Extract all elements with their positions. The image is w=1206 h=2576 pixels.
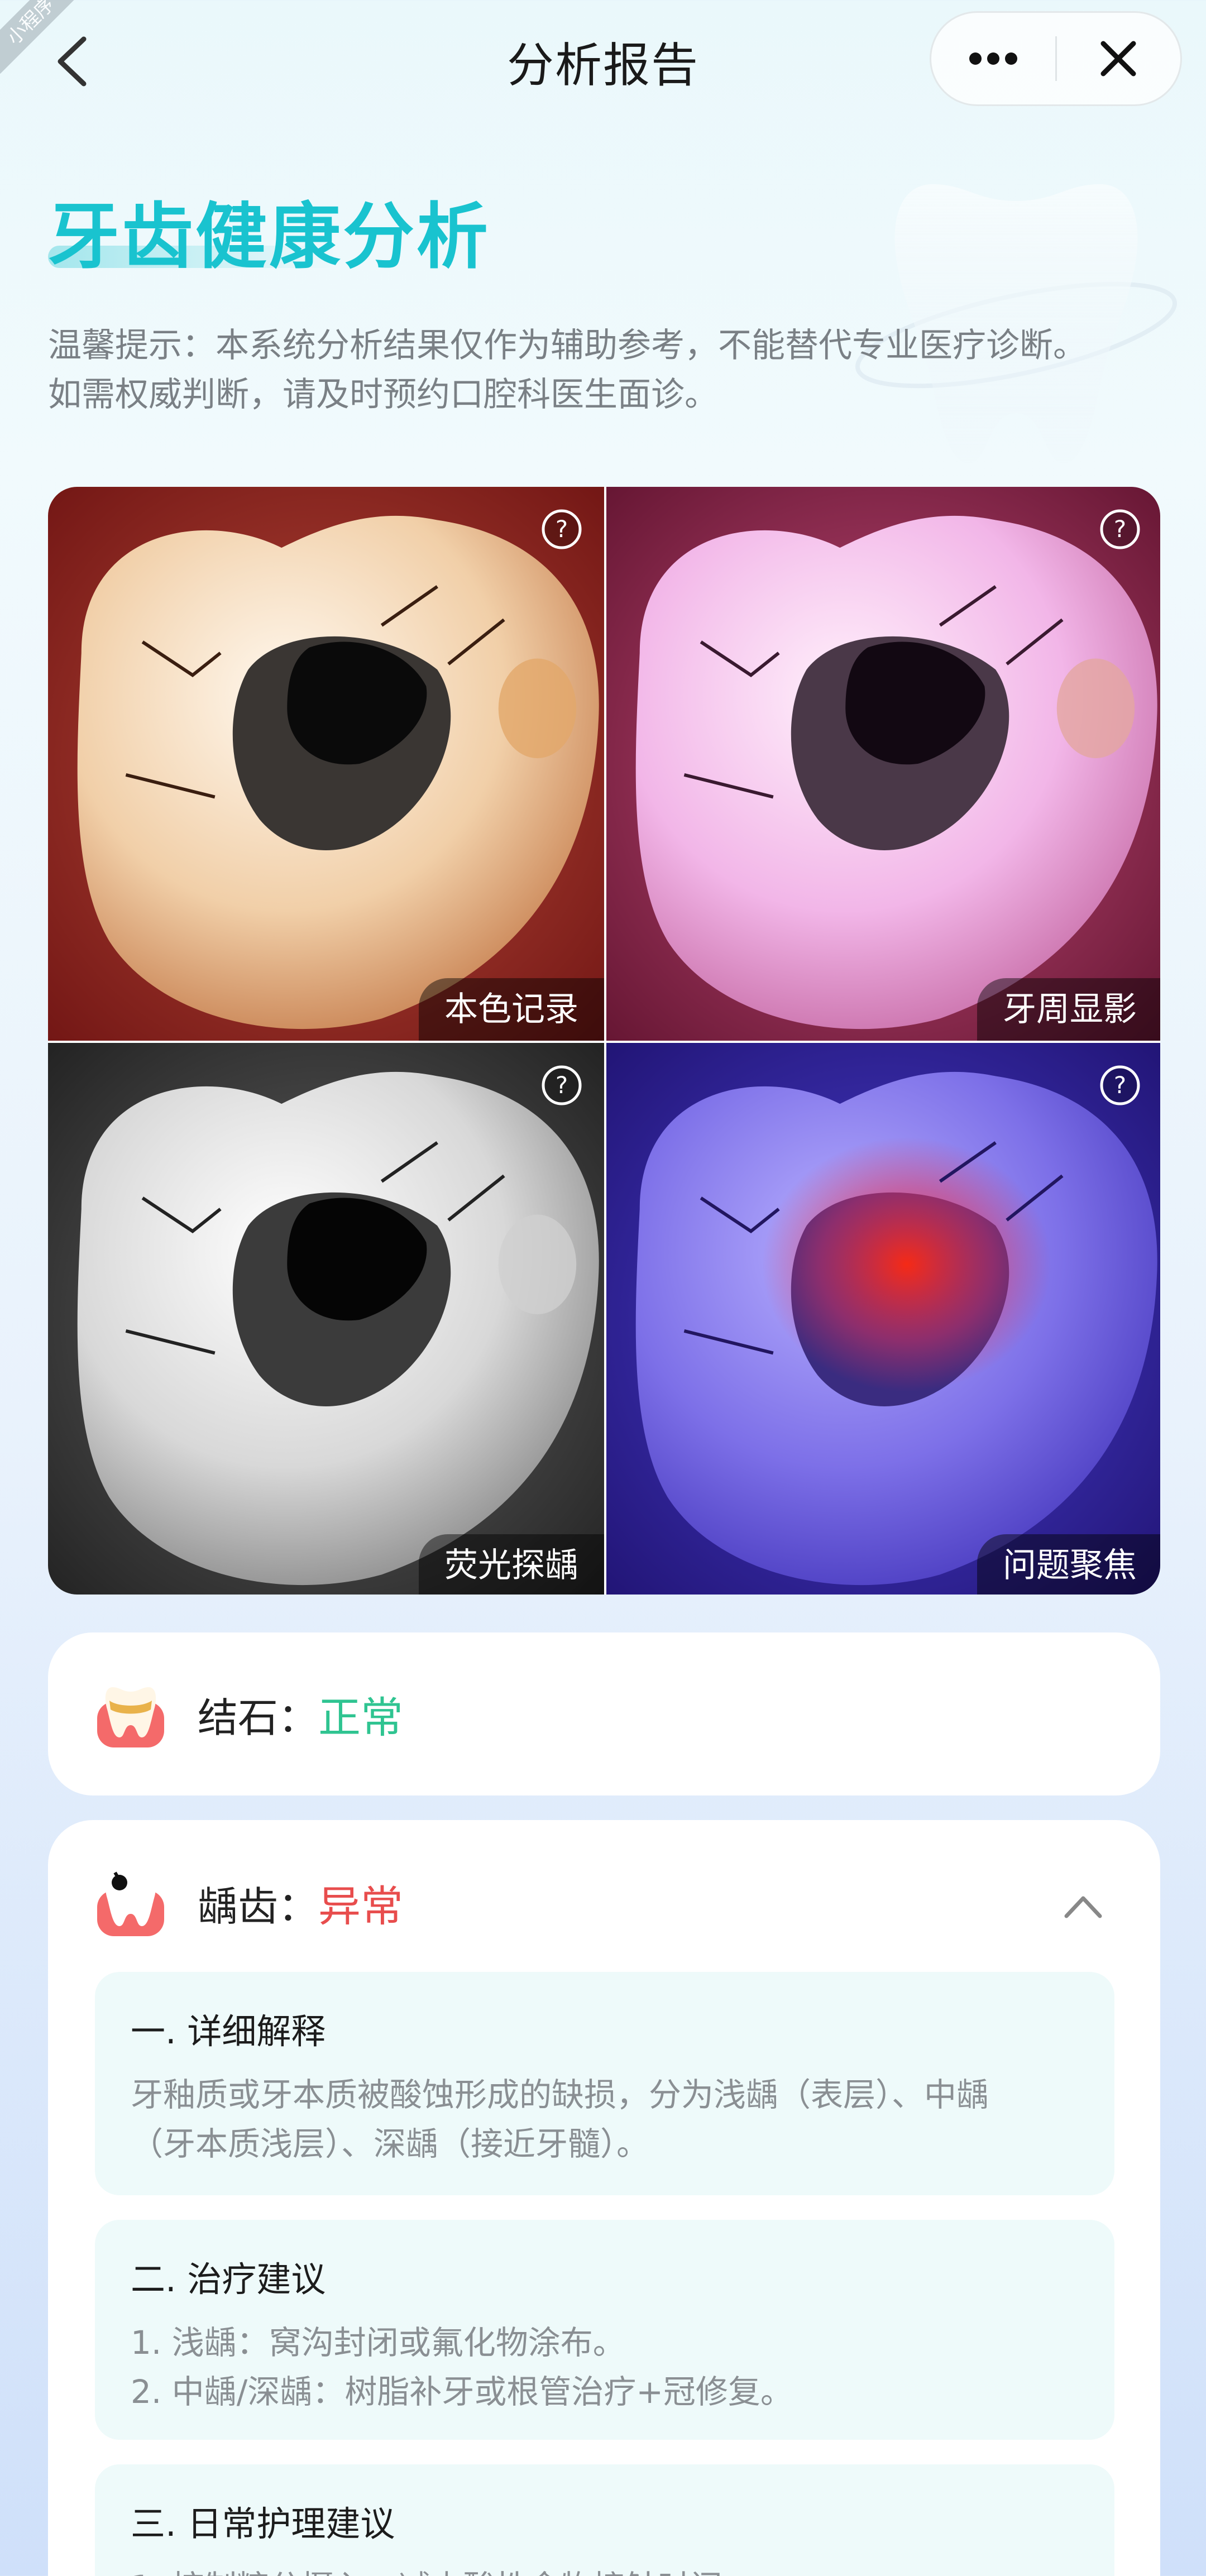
tooth-photo-fluorescence — [48, 1043, 604, 1595]
help-circle-icon[interactable]: ? — [1099, 1064, 1141, 1107]
section-heading: 二. 治疗建议 — [131, 2259, 326, 2300]
image-label: 本色记录 — [419, 978, 604, 1041]
image-label: 问题聚焦 — [977, 1534, 1160, 1595]
tooth-photo-periodontal — [606, 487, 1160, 1041]
image-label: 牙周显影 — [977, 978, 1160, 1041]
notice-line-1: 温馨提示：本系统分析结果仅作为辅助参考，不能替代专业医疗诊断。 — [48, 326, 1087, 365]
result-status: 正常 — [318, 1693, 404, 1742]
svg-text:?: ? — [1114, 1071, 1126, 1099]
treatment-advice: 二. 治疗建议 1. 浅龋：窝沟封闭或氟化物涂布。 2. 中龋/深龋：树脂补牙或… — [95, 2220, 1114, 2440]
result-row[interactable]: 龋齿： 异常 — [93, 1865, 403, 1941]
help-circle-icon[interactable]: ? — [1099, 508, 1141, 550]
result-status: 异常 — [318, 1881, 404, 1931]
svg-text:?: ? — [1114, 515, 1126, 543]
image-label: 荧光探龋 — [419, 1534, 604, 1595]
more-button[interactable] — [931, 13, 1055, 104]
tooth-image-grid: ? 本色记录 ? 牙周显影 ? 荧光探龋 ? 问题聚焦 — [48, 487, 1160, 1595]
close-icon — [1100, 41, 1136, 76]
image-periodontal[interactable]: ? 牙周显影 — [606, 487, 1160, 1041]
result-label: 结石： — [198, 1694, 319, 1741]
tooth-cavity-icon — [97, 1871, 164, 1936]
tooth-photo-focus — [606, 1043, 1160, 1595]
notice-text: 温馨提示：本系统分析结果仅作为辅助参考，不能替代专业医疗诊断。 如需权威判断，请… — [48, 321, 1165, 419]
svg-text:?: ? — [556, 515, 568, 543]
tooth-photo-natural — [48, 487, 604, 1041]
result-label: 龋齿： — [198, 1883, 319, 1930]
image-natural-color[interactable]: ? 本色记录 — [48, 487, 604, 1041]
section-line: 2. 中龋/深龋：树脂补牙或根管治疗+冠修复。 — [131, 2373, 793, 2411]
tooth-calculus-icon — [97, 1687, 164, 1747]
help-circle-icon[interactable]: ? — [540, 1064, 583, 1107]
image-problem-focus[interactable]: ? 问题聚焦 — [606, 1043, 1160, 1595]
chevron-up-icon[interactable] — [1062, 1889, 1104, 1923]
help-circle-icon[interactable]: ? — [540, 508, 583, 550]
section-heading: 一. 详细解释 — [131, 2011, 326, 2052]
section-heading: 三. 日常护理建议 — [131, 2503, 395, 2544]
notice-line-2: 如需权威判断，请及时预约口腔科医生面诊。 — [48, 375, 718, 414]
detail-explanation: 一. 详细解释 牙釉质或牙本质被酸蚀形成的缺损，分为浅龋（表层）、中龋 （牙本质… — [95, 1972, 1114, 2195]
section-line: 1. 控制糖分摄入，减少酸性食物接触时间。 — [131, 2563, 1079, 2576]
more-dots-icon — [969, 52, 1017, 65]
mini-program-capsule — [930, 11, 1182, 106]
section-line: 牙釉质或牙本质被酸蚀形成的缺损，分为浅龋（表层）、中龋 — [131, 2076, 989, 2114]
result-card-cavity: 龋齿： 异常 一. 详细解释 牙釉质或牙本质被酸蚀形成的缺损，分为浅龋（表层）、… — [48, 1820, 1160, 2576]
image-fluorescence[interactable]: ? 荧光探龋 — [48, 1043, 604, 1595]
svg-text:?: ? — [556, 1071, 568, 1099]
result-row: 结石： 正常 — [93, 1676, 403, 1752]
section-line: （牙本质浅层）、深龋（接近牙髓）。 — [131, 2125, 649, 2163]
result-card-calculus[interactable]: 结石： 正常 — [48, 1632, 1160, 1795]
section-line: 1. 浅龋：窝沟封闭或氟化物涂布。 — [131, 2324, 625, 2362]
page-title: 牙齿健康分析 — [48, 195, 491, 279]
daily-care-advice: 三. 日常护理建议 1. 控制糖分摄入，减少酸性食物接触时间。 — [95, 2464, 1114, 2576]
close-button[interactable] — [1057, 13, 1181, 104]
